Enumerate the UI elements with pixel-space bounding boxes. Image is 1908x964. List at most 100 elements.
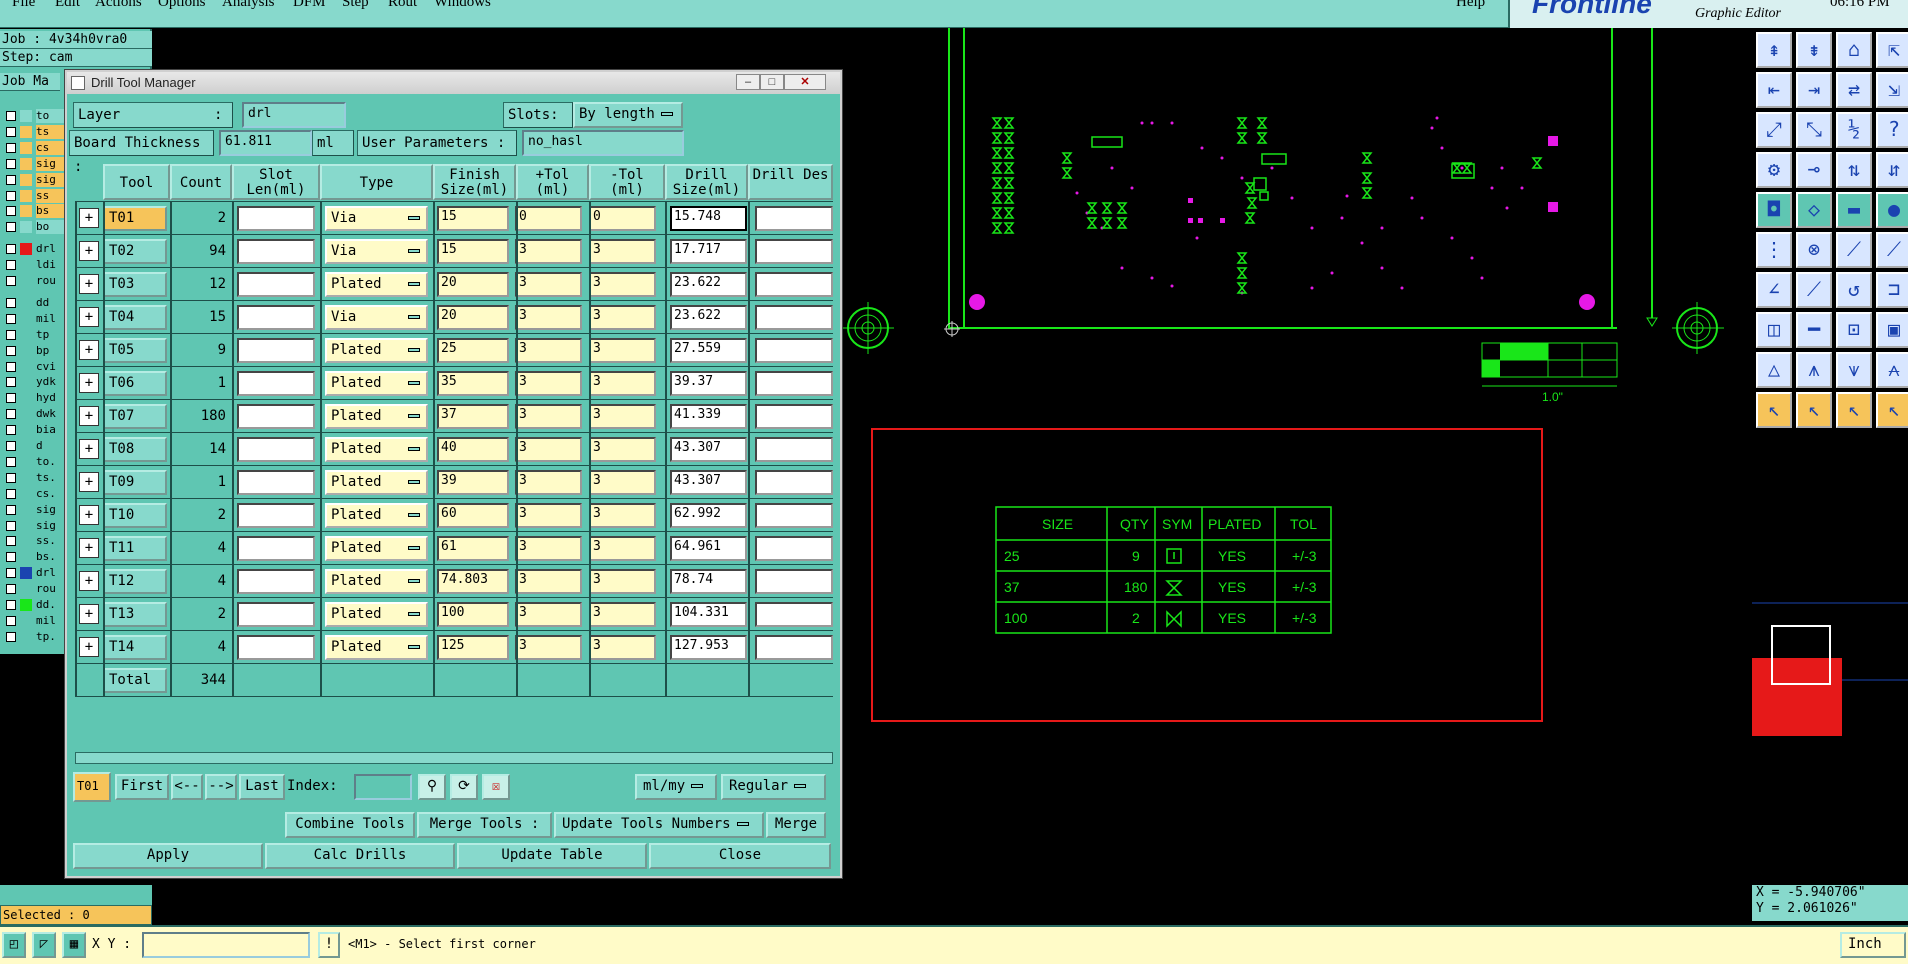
finish-size-input[interactable]: 15 [437, 239, 509, 264]
drill-des-input[interactable] [755, 305, 833, 330]
combine-tools-button[interactable]: Combine Tools [285, 812, 415, 838]
layer-item[interactable]: dwk [2, 407, 62, 422]
tool-cell[interactable]: T10 [103, 503, 167, 528]
expand-icon[interactable]: + [79, 340, 99, 360]
palette-tool-icon[interactable]: ● [1876, 192, 1908, 228]
layer-checkbox[interactable] [6, 488, 16, 499]
palette-tool-icon[interactable]: ◫ [1756, 312, 1792, 348]
slot-len-input[interactable] [237, 206, 315, 231]
calc-drills-button[interactable]: Calc Drills [265, 843, 455, 869]
layer-item[interactable]: sig [2, 503, 62, 518]
plus-tol-input[interactable]: 3 [515, 305, 582, 330]
palette-tool-icon[interactable]: ↖ [1756, 392, 1792, 428]
layer-checkbox[interactable] [6, 615, 16, 626]
drill-size-input[interactable]: 41.339 [670, 404, 747, 429]
layer-checkbox[interactable] [6, 244, 16, 255]
menu-actions[interactable]: Actions [95, 0, 142, 11]
layer-item[interactable]: tp [2, 328, 62, 343]
menu-analysis[interactable]: Analysis [222, 0, 275, 11]
layer-checkbox[interactable] [6, 222, 16, 233]
drill-des-input[interactable] [755, 239, 833, 264]
layer-field[interactable]: drl [242, 102, 346, 128]
plus-tol-input[interactable]: 3 [515, 338, 582, 363]
mode-dropdown[interactable]: Regular [721, 774, 826, 800]
palette-tool-icon[interactable]: ⌂ [1836, 32, 1872, 68]
plus-tol-input[interactable]: 3 [515, 470, 582, 495]
palette-tool-icon[interactable]: ⇅ [1836, 152, 1872, 188]
layer-checkbox[interactable] [6, 174, 16, 185]
tool-cell[interactable]: T09 [103, 470, 167, 495]
drill-des-input[interactable] [755, 470, 833, 495]
palette-tool-icon[interactable]: ⩛ [1836, 352, 1872, 388]
palette-tool-icon[interactable]: ⇱ [1876, 32, 1908, 68]
type-dropdown[interactable]: Plated [325, 338, 428, 363]
layer-checkbox[interactable] [6, 313, 16, 324]
expand-icon[interactable]: + [79, 571, 99, 591]
menu-dfm[interactable]: DFM [293, 0, 326, 11]
palette-tool-icon[interactable]: ◘ [1756, 192, 1792, 228]
palette-tool-icon[interactable]: ⇵ [1876, 152, 1908, 188]
measure-icon[interactable]: ◸ [32, 932, 56, 958]
type-dropdown[interactable]: Via [325, 206, 428, 231]
close-window-button[interactable]: ✕ [784, 74, 826, 90]
minus-tol-input[interactable]: 3 [589, 569, 656, 594]
plus-tol-input[interactable]: 3 [515, 272, 582, 297]
expand-icon[interactable]: + [79, 538, 99, 558]
drill-size-input[interactable]: 62.992 [670, 503, 747, 528]
tool-cell[interactable]: T13 [103, 602, 167, 627]
layer-item[interactable]: sig [2, 156, 64, 172]
palette-tool-icon[interactable]: ½ [1836, 112, 1872, 148]
minus-tol-input[interactable]: 3 [589, 371, 656, 396]
type-dropdown[interactable]: Plated [325, 536, 428, 561]
tool-cell[interactable]: T06 [103, 371, 167, 396]
layer-checkbox[interactable] [6, 345, 16, 356]
menu-file[interactable]: File [12, 0, 35, 11]
minus-tol-input[interactable]: 3 [589, 272, 656, 297]
type-dropdown[interactable]: Plated [325, 503, 428, 528]
graphic-canvas[interactable]: 1.0" SIZE QTY SYM PLATED TOL 25 9 YES +/… [842, 28, 1752, 925]
drill-size-input[interactable]: 78.74 [670, 569, 747, 594]
layer-checkbox[interactable] [6, 126, 16, 137]
horizontal-scrollbar[interactable] [75, 752, 833, 764]
slots-dropdown[interactable]: By length [573, 102, 683, 128]
finish-size-input[interactable]: 20 [437, 272, 509, 297]
job-matrix-button[interactable]: Job Ma [0, 73, 60, 91]
drill-size-input[interactable]: 43.307 [670, 470, 747, 495]
slot-len-input[interactable] [237, 569, 315, 594]
tool-cell[interactable]: T11 [103, 536, 167, 561]
dialog-titlebar[interactable]: Drill Tool Manager – □ ✕ [67, 72, 840, 94]
palette-tool-icon[interactable]: ⤡ [1796, 112, 1832, 148]
menu-options[interactable]: Options [158, 0, 206, 11]
drill-des-input[interactable] [755, 371, 833, 396]
palette-tool-icon[interactable]: ⊐ [1876, 272, 1908, 308]
tool-cell[interactable]: T07 [103, 404, 167, 429]
palette-tool-icon[interactable]: ⋮ [1756, 232, 1792, 268]
finish-size-input[interactable]: 25 [437, 338, 509, 363]
palette-tool-icon[interactable]: ↖ [1836, 392, 1872, 428]
layer-item[interactable]: tp. [2, 630, 62, 645]
expand-icon[interactable]: + [79, 307, 99, 327]
layer-item[interactable]: dd. [2, 598, 62, 613]
finish-size-input[interactable]: 60 [437, 503, 509, 528]
palette-tool-icon[interactable]: △ [1756, 352, 1792, 388]
maximize-button[interactable]: □ [760, 74, 784, 90]
layer-checkbox[interactable] [6, 260, 16, 271]
palette-tool-icon[interactable]: ↖ [1876, 392, 1908, 428]
drill-size-input[interactable]: 43.307 [670, 437, 747, 462]
refresh-icon[interactable]: ⟳ [450, 774, 478, 800]
layer-item[interactable]: bp [2, 344, 62, 359]
layer-item[interactable]: bia [2, 423, 62, 438]
palette-tool-icon[interactable]: ↺ [1836, 272, 1872, 308]
layer-item[interactable]: bo [2, 220, 64, 235]
type-dropdown[interactable]: Via [325, 305, 428, 330]
drill-des-input[interactable] [755, 206, 833, 231]
info-icon[interactable]: ! [318, 932, 340, 958]
units-dropdown[interactable]: ml/my [635, 774, 717, 800]
slot-len-input[interactable] [237, 404, 315, 429]
type-dropdown[interactable]: Plated [325, 635, 428, 660]
layer-checkbox[interactable] [6, 393, 16, 404]
layer-item[interactable]: mil [2, 312, 62, 327]
minus-tol-input[interactable]: 3 [589, 404, 656, 429]
slot-len-input[interactable] [237, 305, 315, 330]
update-numbers-dropdown[interactable]: Update Tools Numbers [554, 812, 764, 838]
